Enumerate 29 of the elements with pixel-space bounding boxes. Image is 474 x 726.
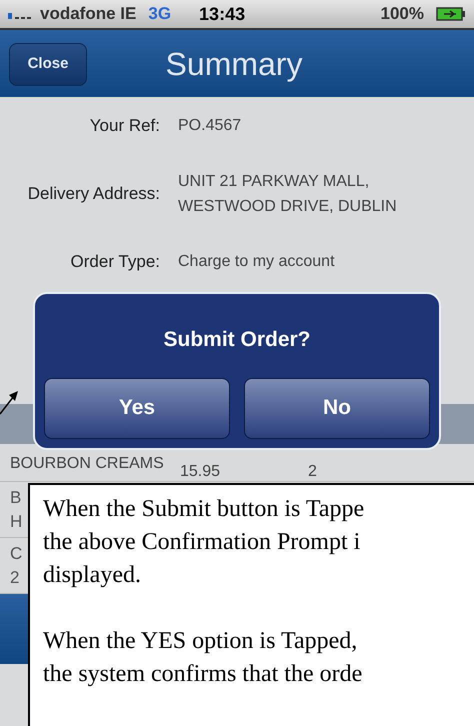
item-text: 2 <box>10 567 20 589</box>
annotation-text: When the YES option is Tapped, <box>43 627 358 656</box>
field-label: Your Ref: <box>88 115 160 137</box>
annotation-text: the above Confirmation Prompt i <box>43 528 362 557</box>
item-quantity: 2 <box>308 464 317 480</box>
alert-title: Submit Order? <box>163 327 310 353</box>
item-text: C <box>10 543 22 565</box>
field-label: Order Type: <box>70 250 160 272</box>
battery-icon <box>436 7 466 21</box>
item-text: H <box>10 511 22 533</box>
field-label: Delivery Address: <box>26 182 160 205</box>
alert-button[interactable]: Yes <box>44 378 230 438</box>
carrier-name: vodafone IE <box>40 3 136 26</box>
item-text: B <box>10 487 22 509</box>
annotation-text: the system confirms that the orde <box>43 660 364 689</box>
battery-percent: 100% <box>380 3 424 26</box>
item-name: BOURBON CREAMS <box>10 456 165 472</box>
alert-button[interactable]: No <box>244 378 430 438</box>
screen-title: Summary <box>166 44 302 84</box>
item-price: 15.95 <box>180 464 220 480</box>
field-value: Charge to my account <box>178 252 335 272</box>
field-value: UNIT 21 PARKWAY MALL, <box>178 172 370 192</box>
field-value: WESTWOOD DRIVE, DUBLIN <box>178 196 397 216</box>
network-type: 3G <box>148 3 172 26</box>
clock-time: 13:43 <box>199 2 246 26</box>
annotation-text: displayed. <box>43 561 142 590</box>
annotation-text: When the Submit button is Tappe <box>43 495 366 524</box>
close-button[interactable]: Close <box>9 43 87 86</box>
field-value: PO.4567 <box>178 116 242 136</box>
